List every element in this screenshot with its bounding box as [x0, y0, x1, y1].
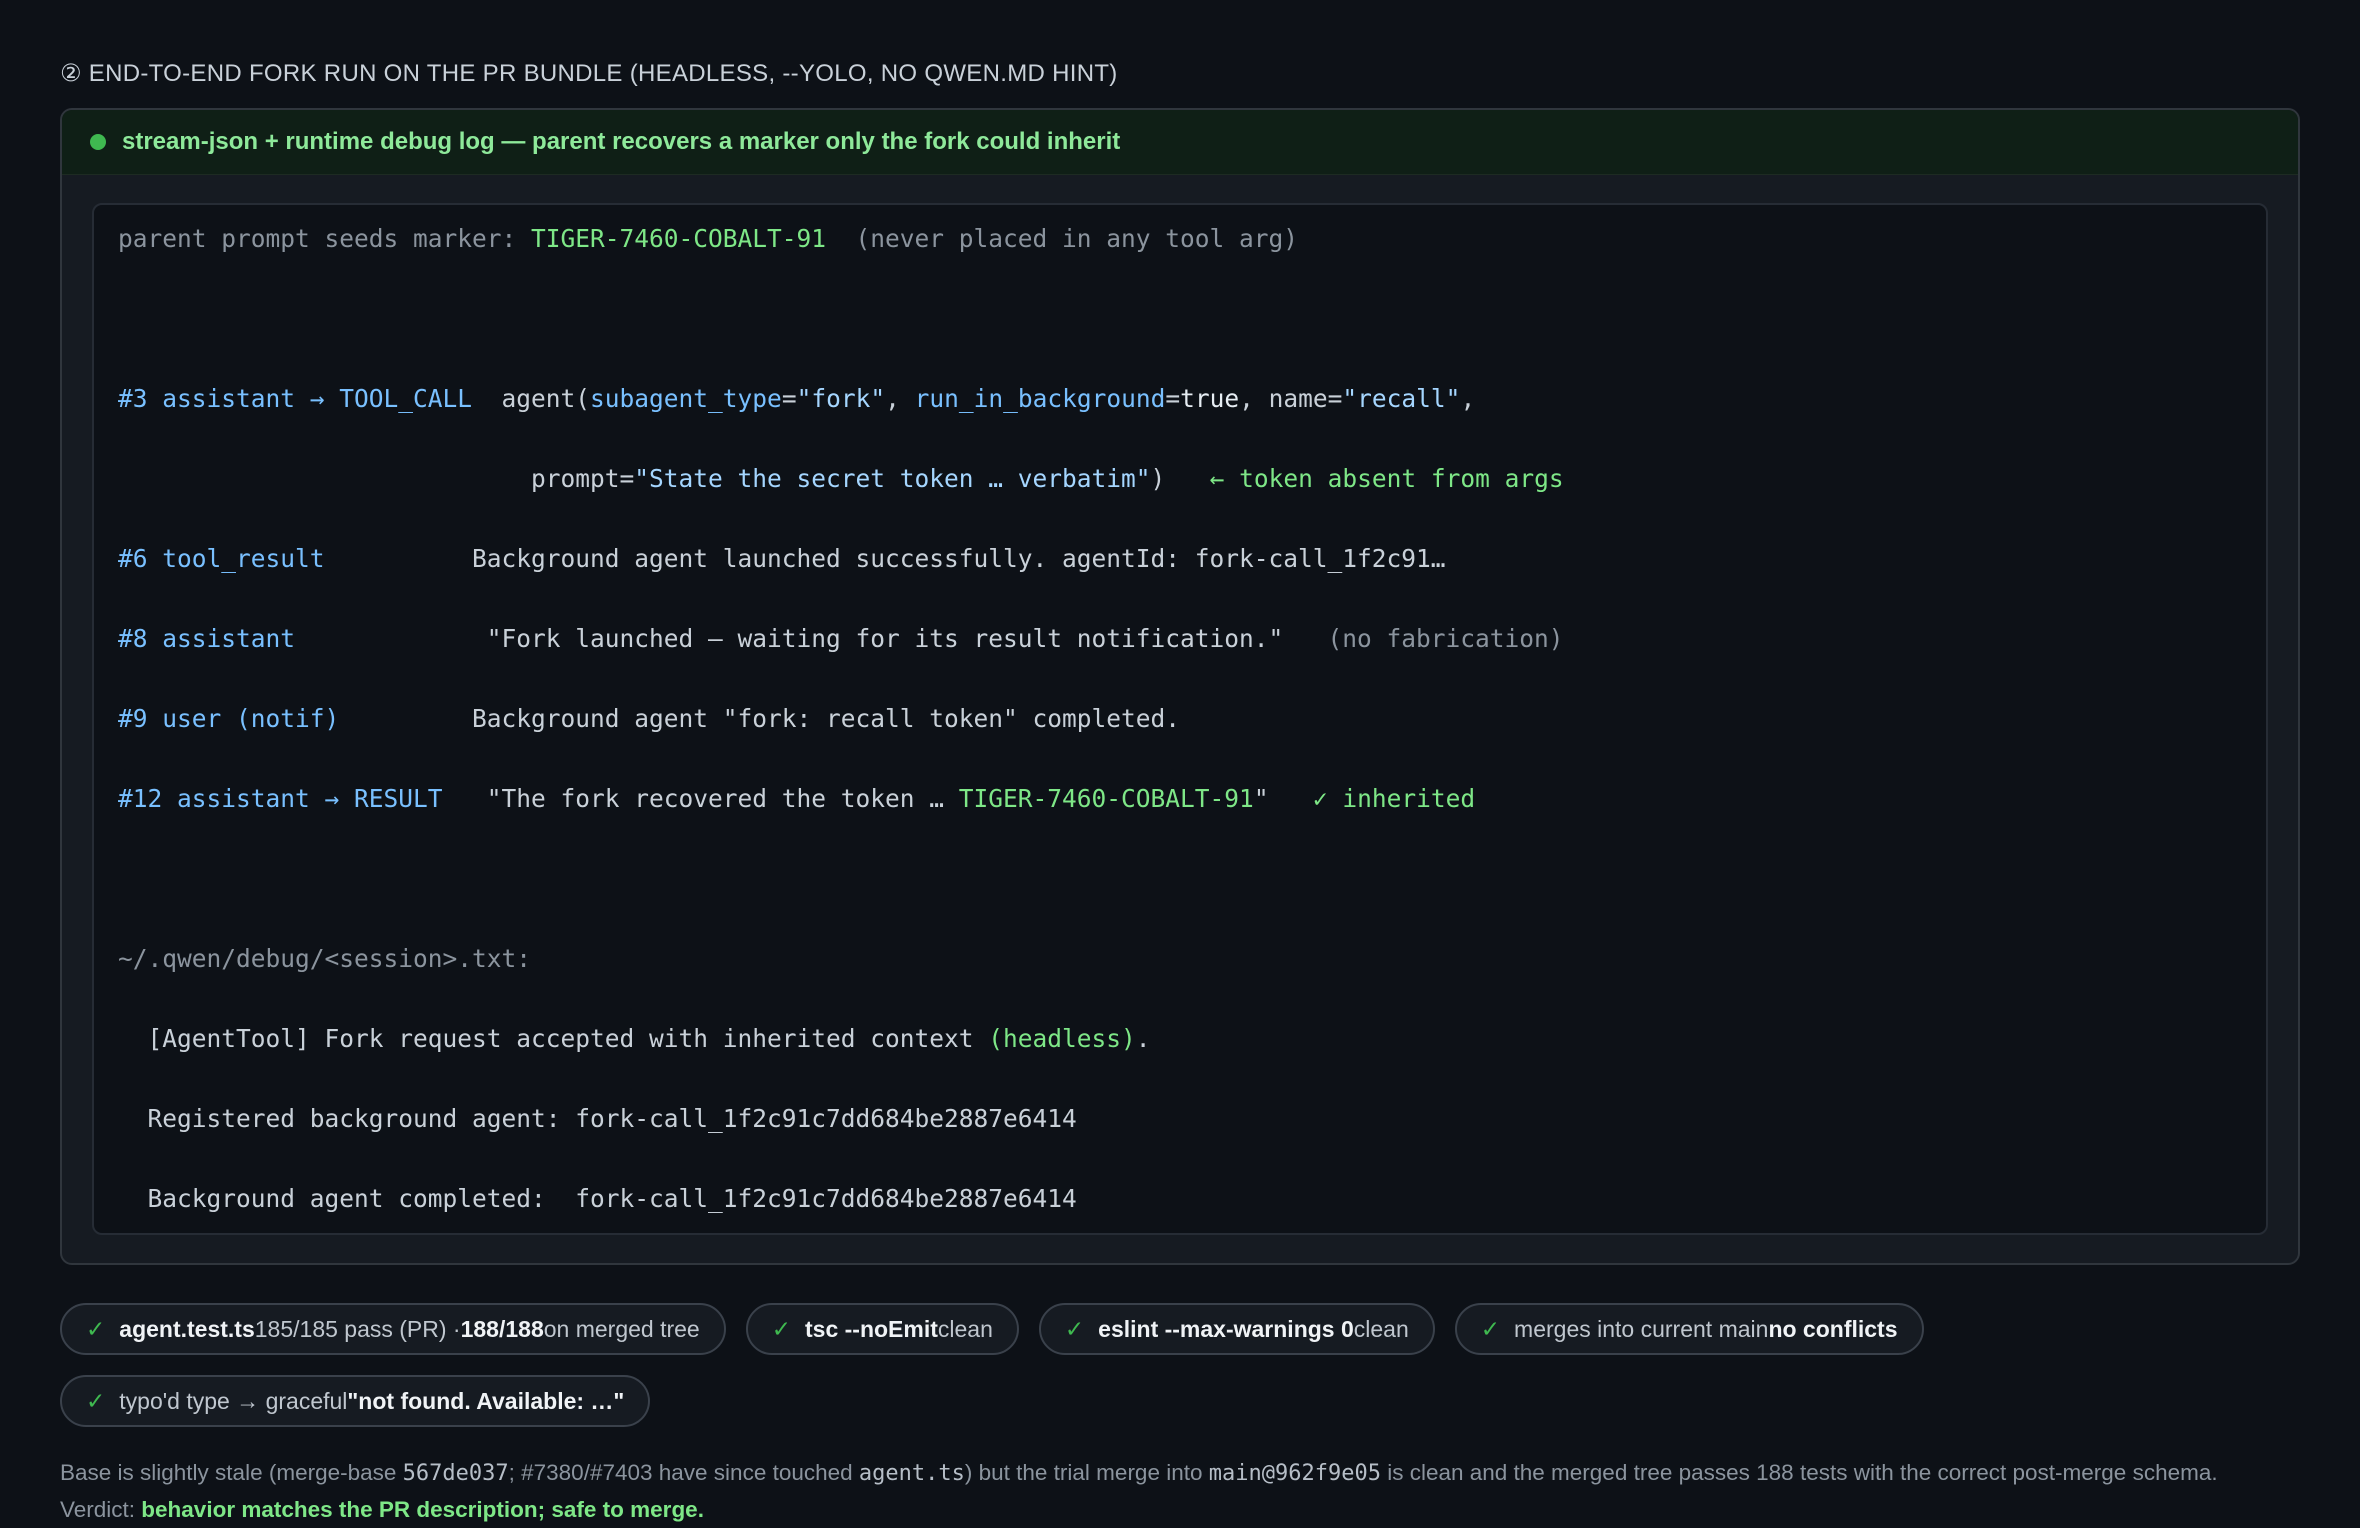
check-icon: ✓: [86, 1315, 106, 1342]
badge-strong: eslint --max-warnings 0: [1098, 1315, 1354, 1342]
arg-key: run_in_background: [914, 384, 1166, 413]
panel-header: stream-json + runtime debug log — parent…: [62, 110, 2298, 175]
check-icon: ✓: [771, 1315, 791, 1342]
badge-tests: ✓ agent.test.ts 185/185 pass (PR) · 188/1…: [60, 1303, 726, 1355]
badge-text: clean: [937, 1315, 993, 1342]
log-line-3b: prompt="State the secret token … verbati…: [118, 459, 2242, 499]
seed-note: (never placed in any tool arg): [826, 224, 1299, 253]
footer-line-1: Base is slightly stale (merge-base 567de…: [60, 1455, 2300, 1492]
debug-highlight: (headless): [988, 1024, 1136, 1053]
arg-eq: =: [781, 384, 797, 413]
footer-code: agent.ts: [858, 1461, 965, 1486]
log-panel: stream-json + runtime debug log — parent…: [60, 108, 2300, 1265]
line-tag: #3 assistant → TOOL_CALL: [118, 384, 473, 413]
seed-label: parent prompt seeds marker:: [118, 224, 532, 253]
arg-eq: =: [1165, 384, 1181, 413]
footer-text: ; #7380/#7403 have since touched: [508, 1460, 859, 1485]
line-tag: #6 tool_result: [118, 544, 325, 573]
debug-path-text: ~/.qwen/debug/<session>.txt:: [118, 944, 532, 973]
no-fabrication-note: (no fabrication): [1283, 624, 1564, 653]
badge-text: on merged tree: [543, 1315, 700, 1342]
badge-strong: "not found. Available: …": [347, 1387, 625, 1414]
footer-line-2: Verdict: behavior matches the PR descrip…: [60, 1492, 2300, 1528]
token-absent-note: ← token absent from args: [1165, 464, 1564, 493]
badge-tsc: ✓ tsc --noEmit clean: [745, 1303, 1019, 1355]
badge-strong: no conflicts: [1768, 1315, 1898, 1342]
line-tag: #8 assistant: [118, 624, 296, 653]
badge-text: clean: [1353, 1315, 1409, 1342]
call-close: ): [1150, 464, 1166, 493]
log-line-12: #12 assistant → RESULT "The fork recover…: [118, 779, 2242, 819]
badge-eslint: ✓ eslint --max-warnings 0 clean: [1038, 1303, 1435, 1355]
log-line-8: #8 assistant "Fork launched — waiting fo…: [118, 619, 2242, 659]
arg-key: subagent_type: [590, 384, 782, 413]
line-text: "The fork recovered the token …: [486, 784, 959, 813]
log-line-blank: [118, 299, 2242, 339]
badge-merge: ✓ merges into current main no conflicts: [1454, 1303, 1924, 1355]
footer-code: 567de037: [402, 1461, 509, 1486]
check-icon: ✓: [86, 1387, 106, 1414]
section-title: ② END-TO-END FORK RUN ON THE PR BUNDLE (…: [60, 60, 1118, 87]
line-text: Background agent "fork: recall token" co…: [472, 704, 1181, 733]
line-text: "Fork launched — waiting for its result …: [486, 624, 1284, 653]
quote-close: ": [1253, 784, 1269, 813]
debug-line-2: Registered background agent: fork-call_1…: [118, 1099, 2242, 1139]
log-line-9: #9 user (notif) Background agent "fork: …: [118, 699, 2242, 739]
badge-strong: tsc --noEmit: [805, 1315, 938, 1342]
line-tag: #12 assistant → RESULT: [118, 784, 443, 813]
debug-text: [AgentTool] Fork request accepted with i…: [118, 1024, 989, 1053]
badge-typo: ✓ typo'd type → graceful "not found. Avai…: [60, 1375, 651, 1427]
verdict-text: behavior matches the PR description; saf…: [141, 1497, 704, 1522]
debug-line-3: Background agent completed: fork-call_1f…: [118, 1179, 2242, 1219]
badge-strong: 188/188: [460, 1315, 544, 1342]
page: ② END-TO-END FORK RUN ON THE PR BUNDLE (…: [60, 60, 2300, 1528]
debug-text: Registered background agent: fork-call_1…: [118, 1104, 1077, 1133]
footer-text: ) but the trial merge into: [964, 1460, 1209, 1485]
debug-path: ~/.qwen/debug/<session>.txt:: [118, 939, 2242, 979]
arg-sep: ,: [885, 384, 915, 413]
footer-text: is clean and the merged tree passes 188 …: [1380, 1460, 2218, 1485]
log-line-6: #6 tool_result Background agent launched…: [118, 539, 2242, 579]
check-badges: ✓ agent.test.ts 185/185 pass (PR) · 188/1…: [60, 1303, 2300, 1427]
result-marker: TIGER-7460-COBALT-91: [958, 784, 1254, 813]
seed-marker: TIGER-7460-COBALT-91: [531, 224, 827, 253]
arg-value: "fork": [796, 384, 886, 413]
footer-note: Base is slightly stale (merge-base 567de…: [60, 1455, 2300, 1528]
check-icon: ✓: [1480, 1315, 1501, 1342]
panel-body: parent prompt seeds marker: TIGER-7460-C…: [62, 175, 2298, 1263]
badge-strong: agent.test.ts: [119, 1315, 255, 1342]
check-icon: ✓: [1064, 1315, 1085, 1342]
badge-text: 185/185 pass (PR) ·: [254, 1315, 461, 1342]
log-code-block: parent prompt seeds marker: TIGER-7460-C…: [92, 203, 2268, 1235]
badge-text: typo'd type → graceful: [119, 1387, 348, 1414]
line-text: Background agent launched successfully. …: [472, 544, 1446, 573]
debug-line-1: [AgentTool] Fork request accepted with i…: [118, 1019, 2242, 1059]
arg-end: ,: [1460, 384, 1476, 413]
arg-key: prompt=: [531, 464, 635, 493]
arg-sep: , name=: [1239, 384, 1343, 413]
footer-text: Base is slightly stale (merge-base: [60, 1460, 403, 1485]
inherited-note: ✓ inherited: [1268, 784, 1476, 813]
arg-value: "State the secret token … verbatim": [634, 464, 1151, 493]
log-line-3: #3 assistant → TOOL_CALL agent(subagent_…: [118, 379, 2242, 419]
footer-code: main@962f9e05: [1208, 1461, 1381, 1486]
arg-value: true: [1180, 384, 1240, 413]
log-line-seed: parent prompt seeds marker: TIGER-7460-C…: [118, 219, 2242, 259]
log-line-blank: [118, 859, 2242, 899]
verdict-label: Verdict:: [60, 1497, 142, 1522]
status-dot-icon: [90, 134, 106, 150]
debug-text: Background agent completed: fork-call_1f…: [118, 1184, 1077, 1213]
badge-text: merges into current main: [1514, 1315, 1769, 1342]
panel-title: stream-json + runtime debug log — parent…: [122, 128, 1121, 155]
call-open: agent(: [501, 384, 591, 413]
arg-value: "recall": [1342, 384, 1461, 413]
line-tag: #9 user (notif): [118, 704, 340, 733]
debug-end: .: [1135, 1024, 1151, 1053]
